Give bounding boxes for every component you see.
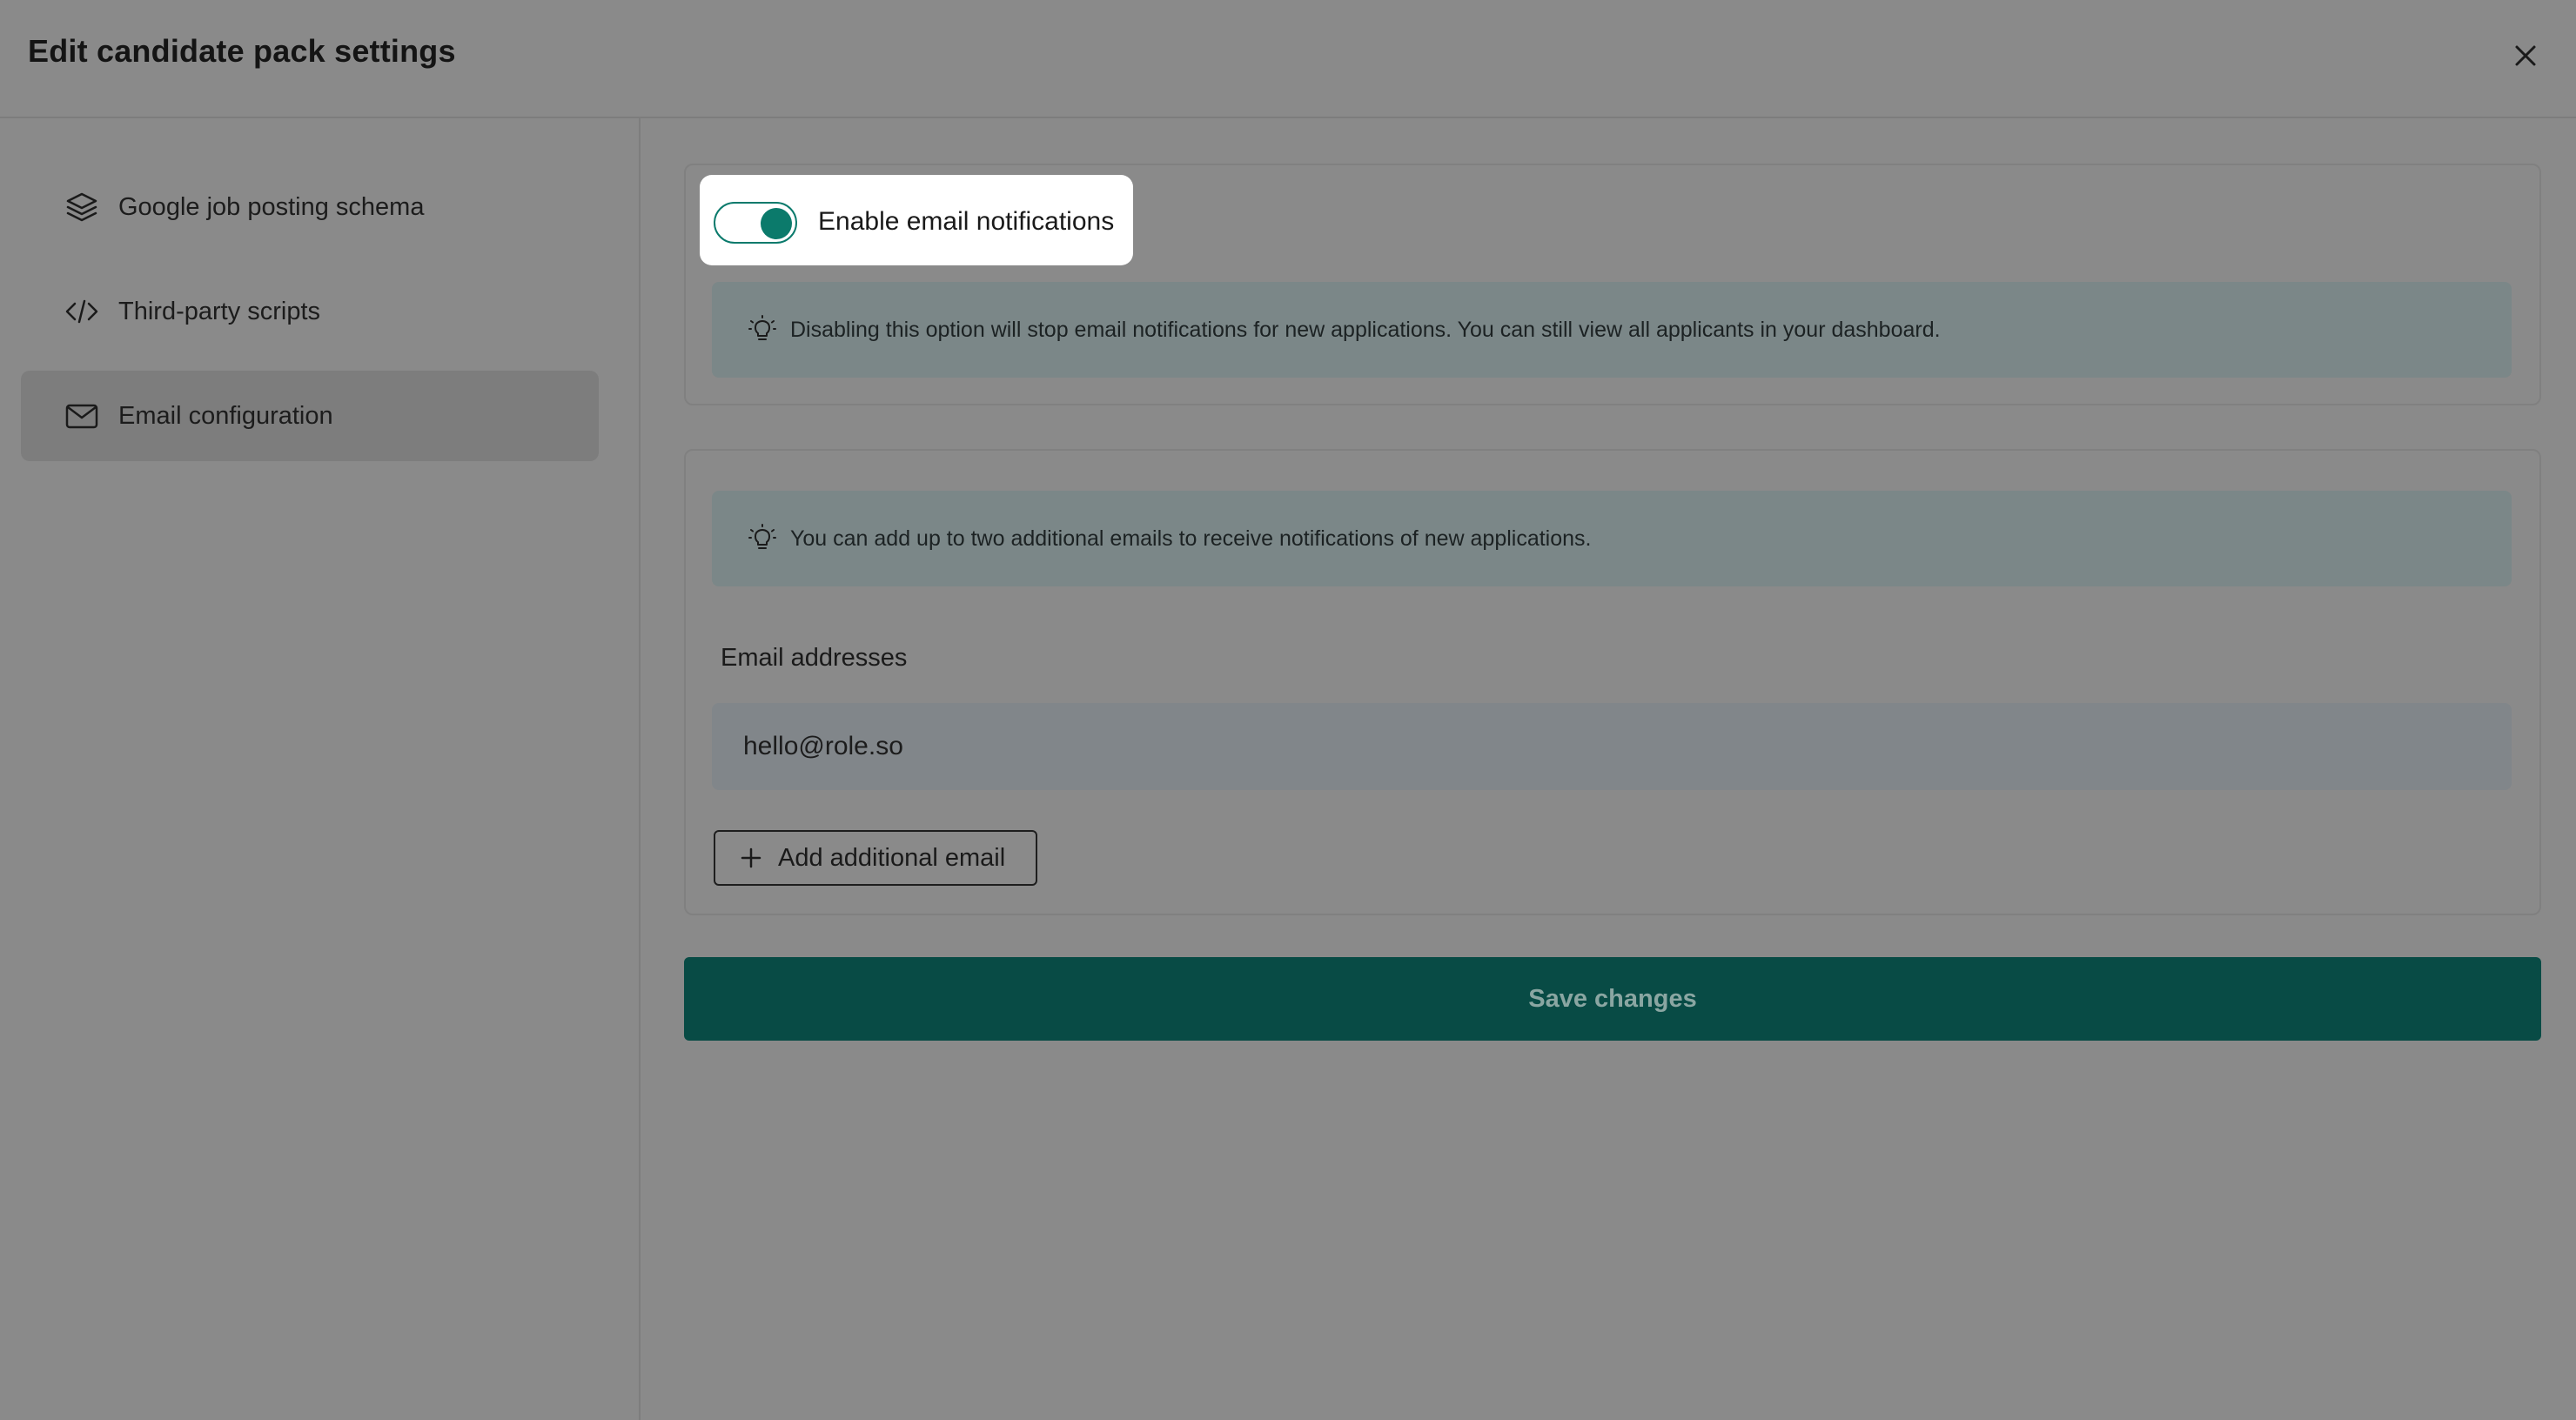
page-title: Edit candidate pack settings <box>28 33 456 69</box>
save-button-label: Save changes <box>1528 984 1697 1013</box>
info-text: Disabling this option will stop email no… <box>790 317 1941 342</box>
email-addresses-label: Email addresses <box>721 644 908 672</box>
plus-icon <box>738 845 764 871</box>
sidebar-item-label: Third-party scripts <box>118 297 321 325</box>
sidebar-item-label: Email configuration <box>118 401 333 430</box>
close-button[interactable] <box>2508 38 2543 73</box>
sidebar-item-label: Google job posting schema <box>118 192 425 221</box>
save-button[interactable]: Save changes <box>684 957 2541 1041</box>
notifications-info-box: Disabling this option will stop email no… <box>712 282 2512 378</box>
email-notifications-toggle[interactable] <box>714 202 797 244</box>
close-icon <box>2515 45 2536 66</box>
info-text: You can add up to two additional emails … <box>790 526 1592 551</box>
add-additional-email-button[interactable]: Add additional email <box>714 830 1037 886</box>
mail-icon <box>63 397 101 435</box>
lightbulb-icon <box>745 521 780 556</box>
layers-icon <box>63 188 101 226</box>
sidebar-item-google-job-posting-schema[interactable]: Google job posting schema <box>21 162 599 252</box>
emails-info-box: You can add up to two additional emails … <box>712 491 2512 586</box>
sidebar-item-third-party-scripts[interactable]: Third-party scripts <box>21 266 599 357</box>
email-field[interactable]: hello@role.so <box>712 703 2512 790</box>
add-email-label: Add additional email <box>778 843 1006 872</box>
sidebar: Google job posting schema Third-party sc… <box>0 118 641 1420</box>
toggle-label: Enable email notifications <box>818 207 1115 236</box>
sidebar-item-email-configuration[interactable]: Email configuration <box>21 371 599 461</box>
code-icon <box>63 292 101 331</box>
lightbulb-icon <box>745 312 780 347</box>
modal-header: Edit candidate pack settings <box>0 0 2576 118</box>
toggle-knob <box>761 208 792 239</box>
